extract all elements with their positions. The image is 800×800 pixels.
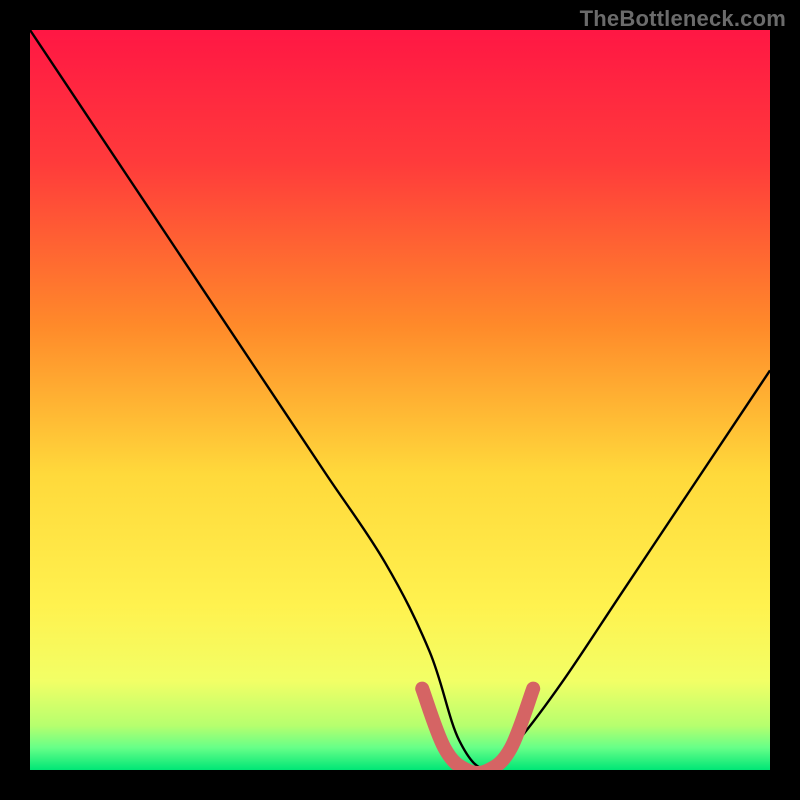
gradient-background [30, 30, 770, 770]
plot-area [30, 30, 770, 770]
plot-svg [30, 30, 770, 770]
watermark-text: TheBottleneck.com [580, 6, 786, 32]
chart-frame: TheBottleneck.com [0, 0, 800, 800]
